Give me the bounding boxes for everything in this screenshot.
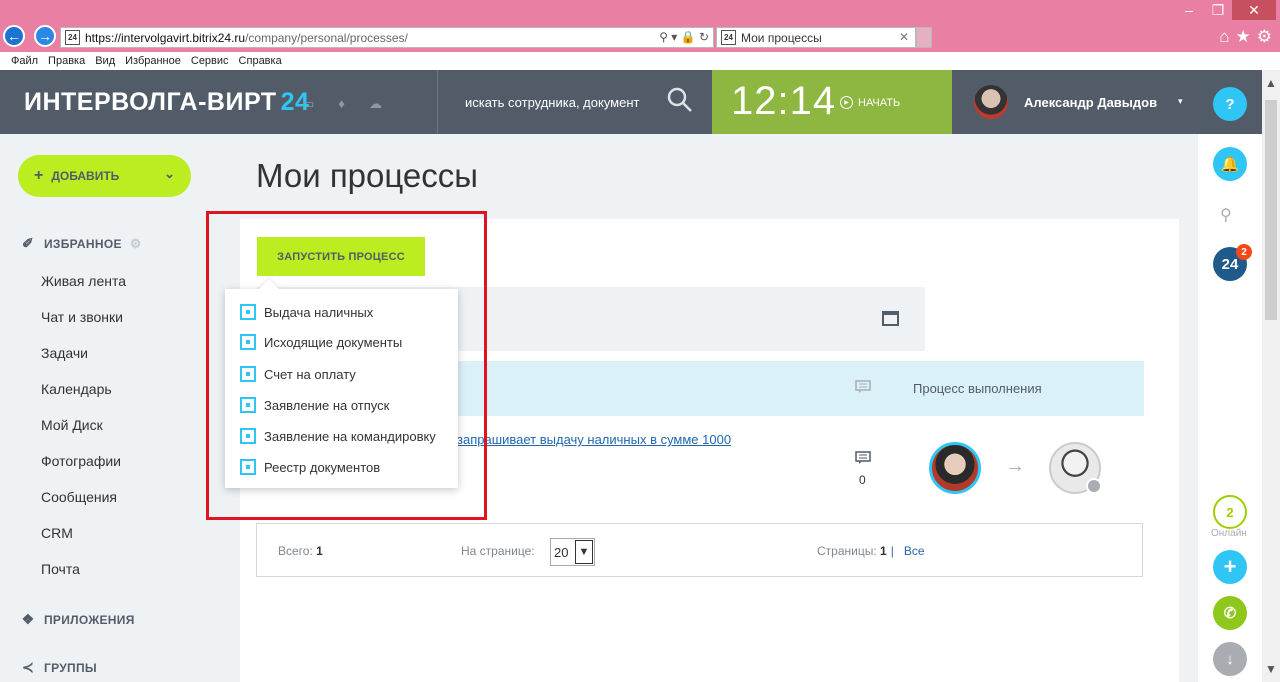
portal-logo[interactable]: ИНТЕРВОЛГА-ВИРТ 24: [24, 88, 309, 117]
scroll-down-icon: ▼: [1265, 662, 1277, 676]
sidebar-item-crm[interactable]: CRM: [41, 525, 73, 541]
scroll-up-icon: ▲: [1265, 76, 1277, 90]
notifications-icon[interactable]: ♦: [338, 96, 345, 112]
tab-favicon-icon: 24: [721, 30, 736, 45]
tab-title: Мои процессы: [741, 30, 822, 45]
url-host: https://intervolgavirt.bitrix24.ru: [85, 30, 246, 45]
maximize-icon[interactable]: ❐: [1208, 0, 1228, 20]
chevron-down-icon[interactable]: ▾: [1178, 96, 1183, 107]
close-window-icon[interactable]: ✕: [1232, 0, 1276, 20]
chevron-down-icon: ⌄: [164, 166, 175, 181]
page-scrollbar[interactable]: ▲ ▼: [1262, 70, 1280, 682]
back-icon[interactable]: ←: [3, 25, 25, 47]
user-avatar[interactable]: [974, 85, 1008, 119]
sidebar-item-chat[interactable]: Чат и звонки: [41, 309, 123, 325]
address-bar[interactable]: 24 https://intervolgavirt.bitrix24.ru/co…: [60, 27, 714, 48]
arrow-right-icon: →: [1005, 455, 1025, 477]
show-all-link[interactable]: Все: [904, 544, 925, 558]
sidebar-item-disk[interactable]: Мой Диск: [41, 417, 103, 433]
apps-icon: ❖: [21, 611, 35, 627]
share-icon: ≺: [21, 659, 35, 675]
comment-icon: [855, 380, 871, 393]
window-icon[interactable]: [882, 311, 899, 326]
menu-favorites[interactable]: Избранное: [125, 55, 181, 67]
process-row-link[interactable]: запрашивает выдачу наличных в сумме 1000: [457, 432, 731, 447]
left-menu: + ДОБАВИТЬ ⌄ ✐ ИЗБРАННОЕ ⚙ Живая лента Чат и…: [0, 134, 240, 682]
right-panel: ? 🔔 ⚲ 24 2 2 Онлайн + ✆ ↓: [1198, 70, 1262, 682]
grid-header-progress[interactable]: Процесс выполнения: [913, 381, 1042, 396]
per-page-label: На странице:: [461, 544, 535, 558]
sidebar-item-tasks[interactable]: Задачи: [41, 345, 88, 361]
menu-tools[interactable]: Сервис: [191, 55, 229, 67]
grid-pager: Всего: 1 На странице: 20 ▼ Страницы: 1 | Вс…: [256, 523, 1143, 577]
add-button[interactable]: + ДОБАВИТЬ ⌄: [18, 155, 191, 197]
site-favicon-icon: 24: [65, 30, 80, 45]
help-button[interactable]: ?: [1213, 87, 1247, 121]
sidebar-item-calendar[interactable]: Календарь: [41, 381, 112, 397]
favorites-section[interactable]: ✐ ИЗБРАННОЕ ⚙: [20, 235, 142, 252]
chat-icon[interactable]: ▭: [302, 96, 314, 112]
pagination: Страницы: 1 | Все: [817, 544, 925, 558]
favorites-star-icon[interactable]: ★: [1236, 27, 1251, 47]
menu-edit[interactable]: Правка: [48, 55, 85, 67]
add-plus-icon[interactable]: +: [1213, 550, 1247, 584]
cloud-icon[interactable]: ☁: [369, 96, 382, 112]
comment-count: 0: [859, 473, 866, 487]
forward-icon[interactable]: →: [34, 25, 56, 47]
clock: 12:14: [731, 79, 837, 123]
search-placeholder[interactable]: искать сотрудника, документ: [465, 95, 639, 110]
online-label: Онлайн: [1211, 528, 1247, 539]
scroll-thumb[interactable]: [1265, 100, 1277, 320]
play-icon: ▶: [840, 96, 853, 109]
search-icon[interactable]: ⚲: [1220, 205, 1232, 225]
online-counter[interactable]: 2: [1213, 495, 1247, 529]
gear-icon: ⚙: [129, 235, 142, 251]
sidebar-item-feed[interactable]: Живая лента: [41, 273, 126, 289]
portal-header: ИНТЕРВОЛГА-ВИРТ 24 ▭ ♦ ☁ искать сотрудник…: [0, 70, 1198, 134]
url-path: /company/personal/processes/: [245, 30, 408, 45]
user-menu[interactable]: Александр Давыдов ▾: [952, 70, 1198, 134]
sidebar-item-mail[interactable]: Почта: [41, 561, 80, 577]
worktime-widget[interactable]: 12:14 ▶ НАЧАТЬ: [712, 70, 952, 134]
page-title: Мои процессы: [256, 157, 478, 194]
download-icon[interactable]: ↓: [1213, 642, 1247, 676]
pin-icon: ✐: [21, 235, 35, 251]
current-page: 1: [880, 544, 887, 558]
new-tab-button[interactable]: [916, 27, 932, 48]
initiator-avatar[interactable]: [929, 442, 981, 494]
header-search[interactable]: искать сотрудника, документ: [437, 70, 711, 134]
menu-help[interactable]: Справка: [239, 55, 282, 67]
address-actions-icon[interactable]: ⚲ ▾ 🔒 ↻: [659, 30, 709, 44]
notification-badge: 2: [1236, 244, 1252, 260]
clock-icon: [1086, 478, 1102, 494]
per-page-select[interactable]: 20 ▼: [550, 538, 595, 566]
sidebar-item-messages[interactable]: Сообщения: [41, 489, 117, 505]
search-icon[interactable]: [666, 86, 694, 114]
tab-close-icon[interactable]: ✕: [899, 30, 909, 44]
groups-section[interactable]: ≺ ГРУППЫ: [20, 659, 97, 676]
menu-view[interactable]: Вид: [95, 55, 115, 67]
total-count: Всего: 1: [278, 544, 323, 558]
home-icon[interactable]: ⌂: [1219, 27, 1229, 47]
apps-section[interactable]: ❖ ПРИЛОЖЕНИЯ: [20, 611, 135, 628]
bell-icon[interactable]: 🔔: [1213, 147, 1247, 181]
highlight-frame: [206, 211, 487, 520]
minimize-icon[interactable]: –: [1180, 0, 1198, 20]
plus-icon: +: [34, 167, 44, 184]
browser-tab[interactable]: 24 Мои процессы ✕: [716, 27, 916, 48]
browser-menubar: Файл Правка Вид Избранное Сервис Справка: [0, 52, 1280, 70]
menu-file[interactable]: Файл: [11, 55, 38, 67]
user-name[interactable]: Александр Давыдов: [1024, 95, 1157, 110]
chevron-down-icon: ▼: [575, 540, 593, 564]
settings-gear-icon[interactable]: ⚙: [1257, 27, 1272, 47]
phone-icon[interactable]: ✆: [1213, 596, 1247, 630]
comment-icon[interactable]: [855, 451, 871, 465]
start-workday-button[interactable]: ▶ НАЧАТЬ: [840, 96, 900, 109]
sidebar-item-photos[interactable]: Фотографии: [41, 453, 121, 469]
